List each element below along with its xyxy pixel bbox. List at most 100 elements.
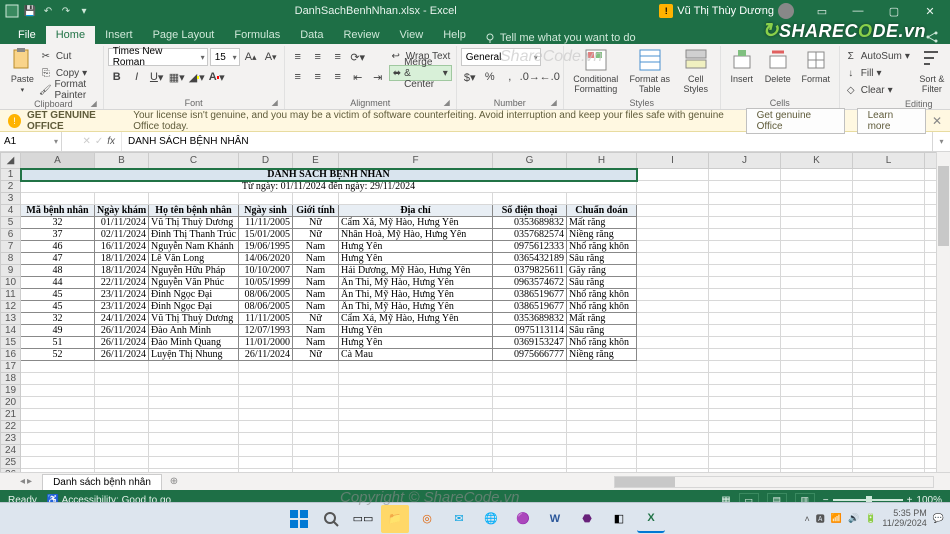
cell[interactable] bbox=[781, 313, 853, 325]
row-header[interactable]: 14 bbox=[1, 325, 21, 337]
data-cell[interactable]: 01/11/2024 bbox=[95, 217, 149, 229]
row-header[interactable]: 24 bbox=[1, 445, 21, 457]
table-header[interactable]: Giới tính bbox=[293, 205, 339, 217]
cell[interactable] bbox=[637, 193, 709, 205]
cell[interactable] bbox=[493, 409, 567, 421]
data-cell[interactable]: Nhổ răng khôn bbox=[567, 241, 637, 253]
cell[interactable] bbox=[493, 373, 567, 385]
cell[interactable] bbox=[637, 409, 709, 421]
save-icon[interactable]: 💾 bbox=[22, 3, 38, 19]
cell[interactable] bbox=[853, 277, 925, 289]
data-cell[interactable]: 32 bbox=[21, 313, 95, 325]
cell[interactable] bbox=[567, 397, 637, 409]
cell[interactable] bbox=[709, 385, 781, 397]
paste-button[interactable]: Paste▾ bbox=[8, 46, 37, 94]
data-cell[interactable]: 08/06/2005 bbox=[239, 301, 293, 313]
data-cell[interactable]: Luyện Thị Nhung bbox=[149, 349, 239, 361]
cell[interactable] bbox=[493, 193, 567, 205]
data-cell[interactable]: Nam bbox=[293, 289, 339, 301]
ribbon-options-icon[interactable]: ▭ bbox=[806, 0, 838, 22]
row-header[interactable]: 9 bbox=[1, 265, 21, 277]
row-header[interactable]: 10 bbox=[1, 277, 21, 289]
cell[interactable] bbox=[21, 409, 95, 421]
cell[interactable] bbox=[709, 205, 781, 217]
cell[interactable] bbox=[709, 397, 781, 409]
subtitle-cell[interactable]: Từ ngày: 01/11/2024 đến ngày: 29/11/2024 bbox=[21, 181, 637, 193]
row-header[interactable]: 3 bbox=[1, 193, 21, 205]
cell[interactable] bbox=[567, 193, 637, 205]
indent-inc-button[interactable]: ⇥ bbox=[369, 68, 387, 86]
col-header[interactable]: L bbox=[853, 153, 925, 169]
data-cell[interactable]: Nữ bbox=[293, 349, 339, 361]
cell[interactable] bbox=[293, 469, 339, 473]
sheet-tab[interactable]: Danh sách bệnh nhân bbox=[42, 474, 162, 490]
cell[interactable] bbox=[493, 361, 567, 373]
cell[interactable] bbox=[293, 457, 339, 469]
cell[interactable] bbox=[637, 337, 709, 349]
battery-icon[interactable]: 🔋 bbox=[865, 513, 876, 524]
data-cell[interactable]: Hưng Yên bbox=[339, 241, 493, 253]
cell[interactable] bbox=[853, 205, 925, 217]
cell[interactable] bbox=[637, 385, 709, 397]
data-cell[interactable]: Hưng Yên bbox=[339, 325, 493, 337]
search-button[interactable] bbox=[317, 505, 345, 533]
data-cell[interactable]: 18/11/2024 bbox=[95, 265, 149, 277]
align-bottom-button[interactable]: ≡ bbox=[329, 48, 347, 66]
data-cell[interactable]: 48 bbox=[21, 265, 95, 277]
data-cell[interactable]: 26/11/2024 bbox=[239, 349, 293, 361]
font-name-combo[interactable]: Times New Roman bbox=[108, 48, 208, 66]
cell[interactable] bbox=[21, 361, 95, 373]
cell[interactable] bbox=[709, 325, 781, 337]
table-header[interactable]: Mã bệnh nhân bbox=[21, 205, 95, 217]
undo-icon[interactable]: ↶ bbox=[40, 3, 56, 19]
app-icon[interactable]: ◧ bbox=[605, 505, 633, 533]
data-cell[interactable]: 10/05/1999 bbox=[239, 277, 293, 289]
cell[interactable] bbox=[95, 421, 149, 433]
data-cell[interactable]: 12/07/1993 bbox=[239, 325, 293, 337]
msgbar-close-icon[interactable]: ✕ bbox=[932, 114, 942, 128]
cell[interactable] bbox=[781, 277, 853, 289]
cell[interactable] bbox=[637, 373, 709, 385]
cell[interactable] bbox=[637, 457, 709, 469]
cell[interactable] bbox=[567, 385, 637, 397]
cell[interactable] bbox=[95, 193, 149, 205]
cell[interactable] bbox=[709, 409, 781, 421]
cell[interactable] bbox=[567, 373, 637, 385]
cell[interactable] bbox=[709, 421, 781, 433]
row-header[interactable]: 6 bbox=[1, 229, 21, 241]
accounting-button[interactable]: $▾ bbox=[461, 68, 479, 86]
tab-data[interactable]: Data bbox=[290, 26, 333, 44]
cell[interactable] bbox=[853, 181, 925, 193]
insert-cells-button[interactable]: Insert bbox=[725, 46, 759, 84]
redo-icon[interactable]: ↷ bbox=[58, 3, 74, 19]
data-cell[interactable]: 51 bbox=[21, 337, 95, 349]
data-cell[interactable]: Nam bbox=[293, 325, 339, 337]
cell[interactable] bbox=[637, 205, 709, 217]
cell[interactable] bbox=[149, 193, 239, 205]
col-header[interactable]: A bbox=[21, 153, 95, 169]
col-header[interactable]: B bbox=[95, 153, 149, 169]
data-cell[interactable]: Ân Thi, Mỹ Hào, Hưng Yên bbox=[339, 289, 493, 301]
data-cell[interactable]: 32 bbox=[21, 217, 95, 229]
chevron-up-icon[interactable]: ˄ bbox=[804, 514, 809, 524]
data-cell[interactable]: Vũ Thị Thuỳ Dương bbox=[149, 217, 239, 229]
data-cell[interactable]: Niềng răng bbox=[567, 229, 637, 241]
cell[interactable] bbox=[709, 361, 781, 373]
cell[interactable] bbox=[637, 325, 709, 337]
cell[interactable] bbox=[781, 397, 853, 409]
cell[interactable] bbox=[637, 181, 709, 193]
cell[interactable] bbox=[853, 349, 925, 361]
fill-color-button[interactable]: ◢▾ bbox=[188, 68, 206, 86]
tell-me-search[interactable]: Tell me what you want to do bbox=[484, 32, 636, 44]
cell[interactable] bbox=[637, 217, 709, 229]
cell[interactable] bbox=[637, 361, 709, 373]
cell[interactable] bbox=[709, 301, 781, 313]
row-header[interactable]: 23 bbox=[1, 433, 21, 445]
cell[interactable] bbox=[853, 169, 925, 181]
cell[interactable] bbox=[637, 169, 709, 181]
vertical-scrollbar[interactable] bbox=[936, 152, 950, 472]
cell[interactable] bbox=[339, 361, 493, 373]
cell[interactable] bbox=[637, 349, 709, 361]
cell[interactable] bbox=[149, 469, 239, 473]
cell[interactable] bbox=[149, 457, 239, 469]
